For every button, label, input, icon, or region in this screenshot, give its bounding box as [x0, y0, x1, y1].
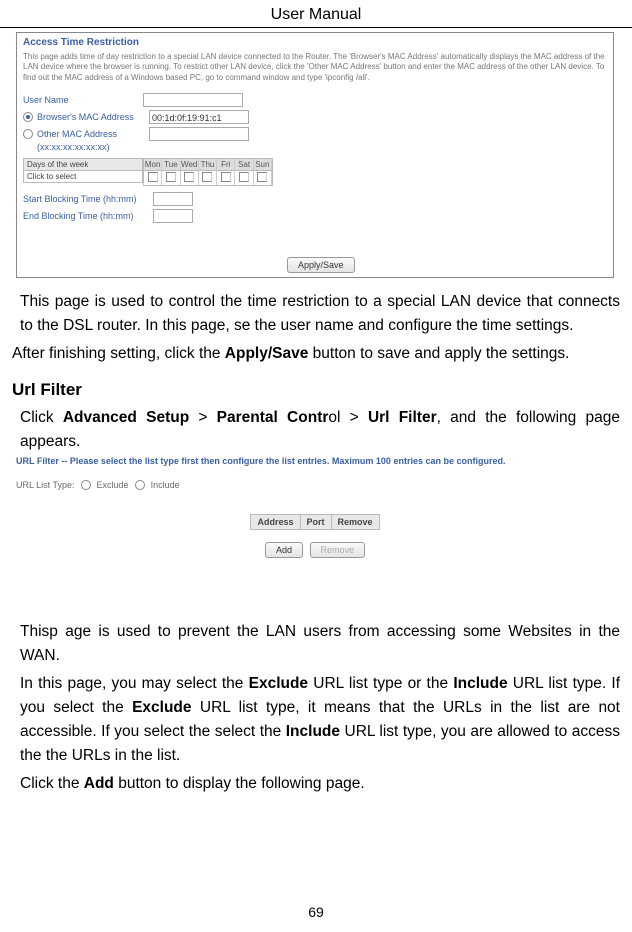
para3-f: Url Filter: [368, 409, 437, 426]
para3-c: >: [189, 409, 217, 426]
other-mac-label: Other MAC Address: [37, 129, 149, 139]
para5-h: Include: [286, 723, 340, 740]
check-mon[interactable]: [148, 172, 158, 182]
days-header: Mon Tue Wed Thu Fri Sat Sun: [143, 158, 273, 171]
page-header: User Manual: [0, 0, 632, 28]
th-port: Port: [300, 515, 331, 530]
url-filter-heading: Url Filter: [12, 380, 620, 400]
url-list-type-row: URL List Type: Exclude Include: [16, 480, 614, 490]
other-mac-hint: (xx:xx:xx:xx:xx:xx): [37, 142, 110, 152]
end-time-label: End Blocking Time (hh:mm): [23, 211, 153, 221]
paragraph-2: After finishing setting, click the Apply…: [12, 342, 620, 366]
username-label: User Name: [23, 95, 143, 105]
day-sun: Sun: [254, 159, 272, 170]
th-remove: Remove: [331, 515, 379, 530]
check-sat[interactable]: [239, 172, 249, 182]
paragraph-6: Click the Add button to display the foll…: [16, 772, 620, 796]
para2-part-a: After finishing setting, click the: [12, 345, 225, 362]
s1-description: This page adds time of day restriction t…: [23, 52, 607, 83]
include-radio[interactable]: [135, 480, 145, 490]
para6-c: button to display the following page.: [114, 775, 365, 792]
exclude-radio[interactable]: [81, 480, 91, 490]
list-type-label: URL List Type:: [16, 480, 75, 490]
day-thu: Thu: [199, 159, 217, 170]
para5-f: Exclude: [132, 699, 191, 716]
remove-button[interactable]: Remove: [310, 542, 366, 558]
paragraph-1: This page is used to control the time re…: [16, 290, 620, 338]
apply-save-button[interactable]: Apply/Save: [287, 257, 355, 273]
browser-mac-label: Browser's MAC Address: [37, 112, 149, 122]
th-address: Address: [251, 515, 300, 530]
para6-b: Add: [84, 775, 114, 792]
day-sat: Sat: [235, 159, 253, 170]
other-mac-radio[interactable]: [23, 129, 33, 139]
para3-e: ol >: [328, 409, 368, 426]
check-fri[interactable]: [221, 172, 231, 182]
other-mac-input[interactable]: [149, 127, 249, 141]
para6-a: Click the: [20, 775, 84, 792]
day-mon: Mon: [144, 159, 162, 170]
page-number: 69: [0, 904, 632, 920]
para3-b: Advanced Setup: [63, 409, 189, 426]
browser-mac-input[interactable]: 00:1d:0f:19:91:c1: [149, 110, 249, 124]
s2-title: URL Filter -- Please select the list typ…: [16, 456, 614, 466]
s2-button-row: Add Remove: [16, 542, 614, 558]
check-tue[interactable]: [166, 172, 176, 182]
content-area: Access Time Restriction This page adds t…: [0, 32, 632, 796]
days-checkboxes: [143, 171, 273, 186]
paragraph-4: Thisp age is used to prevent the LAN use…: [16, 620, 620, 668]
url-filter-table: Address Port Remove: [250, 514, 379, 530]
para2-bold: Apply/Save: [225, 345, 309, 362]
click-select-label: Click to select: [23, 171, 143, 183]
s1-title: Access Time Restriction: [23, 37, 607, 48]
para3-a: Click: [20, 409, 63, 426]
para5-d: Include: [453, 675, 507, 692]
end-time-input[interactable]: [153, 209, 193, 223]
check-sun[interactable]: [257, 172, 267, 182]
exclude-label: Exclude: [97, 480, 129, 490]
para5-a: In this page, you may select the: [20, 675, 249, 692]
paragraph-5: In this page, you may select the Exclude…: [16, 672, 620, 768]
check-thu[interactable]: [202, 172, 212, 182]
include-label: Include: [151, 480, 180, 490]
add-button[interactable]: Add: [265, 542, 303, 558]
check-wed[interactable]: [184, 172, 194, 182]
para5-c: URL list type or the: [308, 675, 453, 692]
day-tue: Tue: [162, 159, 180, 170]
username-input[interactable]: [143, 93, 243, 107]
start-time-input[interactable]: [153, 192, 193, 206]
paragraph-3: Click Advanced Setup > Parental Control …: [16, 406, 620, 454]
days-label: Days of the week: [23, 158, 143, 171]
day-wed: Wed: [181, 159, 199, 170]
day-fri: Fri: [217, 159, 235, 170]
url-filter-screenshot: URL Filter -- Please select the list typ…: [16, 456, 614, 608]
start-time-label: Start Blocking Time (hh:mm): [23, 194, 153, 204]
access-time-restriction-screenshot: Access Time Restriction This page adds t…: [16, 32, 614, 278]
para3-d: Parental Contr: [217, 409, 329, 426]
browser-mac-radio[interactable]: [23, 112, 33, 122]
para5-b: Exclude: [249, 675, 308, 692]
para2-part-c: button to save and apply the settings.: [308, 345, 569, 362]
